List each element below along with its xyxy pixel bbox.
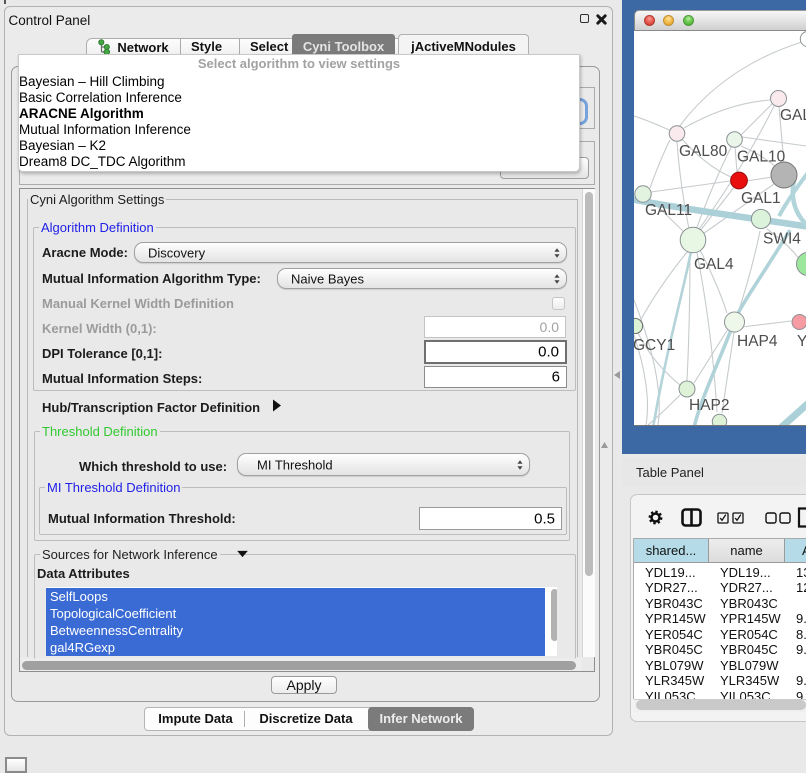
svg-text:Y: Y: [797, 333, 806, 350]
svg-text:GAL: GAL: [780, 107, 806, 124]
svg-text:HAP2: HAP2: [689, 397, 730, 414]
svg-text:GAL80: GAL80: [679, 143, 728, 160]
svg-text:SWI4: SWI4: [763, 231, 801, 248]
svg-text:GAL1: GAL1: [741, 190, 781, 207]
svg-text:GAL10: GAL10: [737, 149, 786, 166]
svg-text:GAL4: GAL4: [694, 256, 734, 273]
svg-text:GCY1: GCY1: [634, 337, 675, 354]
svg-text:HAP4: HAP4: [737, 333, 778, 350]
svg-text:GAL11: GAL11: [645, 202, 692, 219]
